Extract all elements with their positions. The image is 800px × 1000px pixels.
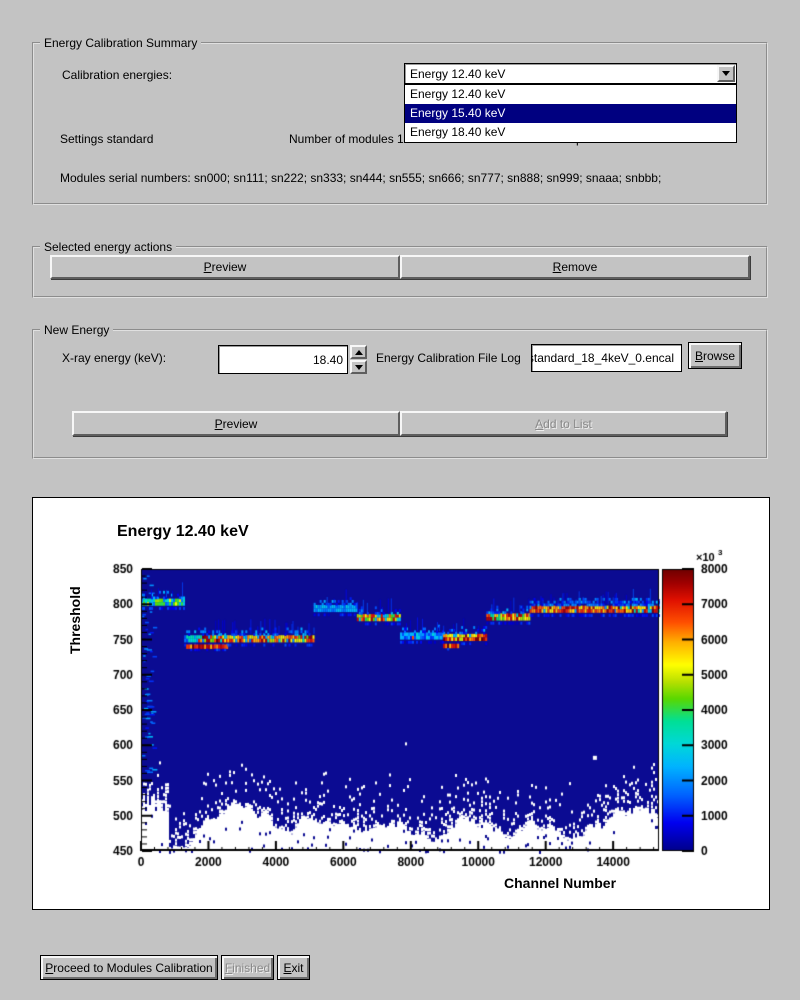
actions-group-title: Selected energy actions <box>40 240 176 254</box>
settings-label: Settings standard <box>60 132 153 146</box>
calibration-energies-combo[interactable]: Energy 12.40 keV <box>404 63 737 84</box>
selected-energy-actions-group: Selected energy actions Preview Remove <box>32 240 768 298</box>
calibration-energies-label: Calibration energies: <box>62 68 172 82</box>
finished-button[interactable]: Finished <box>221 955 274 980</box>
plot-y-axis-label: Threshold <box>67 586 83 654</box>
calibration-heatmap-canvas <box>33 498 771 911</box>
file-log-input[interactable]: standard_18_4keV_0.encal <box>531 344 682 372</box>
spin-up-button[interactable] <box>350 345 367 359</box>
combo-selected-value: Energy 12.40 keV <box>410 67 505 81</box>
spin-down-button[interactable] <box>350 360 367 374</box>
file-log-label: Energy Calibration File Log <box>376 351 521 365</box>
dropdown-option[interactable]: Energy 18.40 keV <box>405 123 736 142</box>
new-energy-group: New Energy X-ray energy (keV): 18.40 Ene… <box>32 323 768 459</box>
preview-selected-button[interactable]: Preview <box>50 255 400 279</box>
arrow-up-icon <box>355 346 363 355</box>
xray-energy-spinbox[interactable]: 18.40 <box>218 345 348 374</box>
new-energy-group-title: New Energy <box>40 323 113 337</box>
xray-energy-value: 18.40 <box>309 353 347 367</box>
number-of-modules-label: Number of modules 12 <box>289 132 410 146</box>
energy-calibration-window: { "summary_group": { "title": "Energy Ca… <box>0 0 800 1000</box>
xray-energy-label: X-ray energy (keV): <box>62 351 166 365</box>
file-log-value: standard_18_4keV_0.encal <box>531 351 678 365</box>
dropdown-option[interactable]: Energy 15.40 keV <box>405 104 736 123</box>
summary-group-title: Energy Calibration Summary <box>40 36 201 50</box>
dropdown-option[interactable]: Energy 12.40 keV <box>405 85 736 104</box>
summary-group: Energy Calibration Summary Calibration e… <box>32 36 768 205</box>
proceed-to-modules-calibration-button[interactable]: Proceed to Modules Calibration <box>40 955 218 980</box>
plot-title: Energy 12.40 keV <box>117 523 249 541</box>
chevron-down-icon <box>722 71 730 80</box>
arrow-down-icon <box>355 365 363 374</box>
preview-new-button[interactable]: Preview <box>72 411 400 436</box>
calibration-energies-dropdown: Energy 12.40 keVEnergy 15.40 keVEnergy 1… <box>404 84 737 143</box>
combo-dropdown-button[interactable] <box>717 65 735 82</box>
remove-button[interactable]: Remove <box>400 255 750 279</box>
plot-x-axis-label: Channel Number <box>504 875 616 891</box>
calibration-plot-panel: Energy 12.40 keV Threshold Channel Numbe… <box>32 497 770 910</box>
module-serial-numbers-label: Modules serial numbers: sn000; sn111; sn… <box>60 171 661 185</box>
exit-button[interactable]: Exit <box>277 955 310 980</box>
add-to-list-button[interactable]: Add to List <box>400 411 727 436</box>
browse-button[interactable]: Browse <box>688 342 742 369</box>
